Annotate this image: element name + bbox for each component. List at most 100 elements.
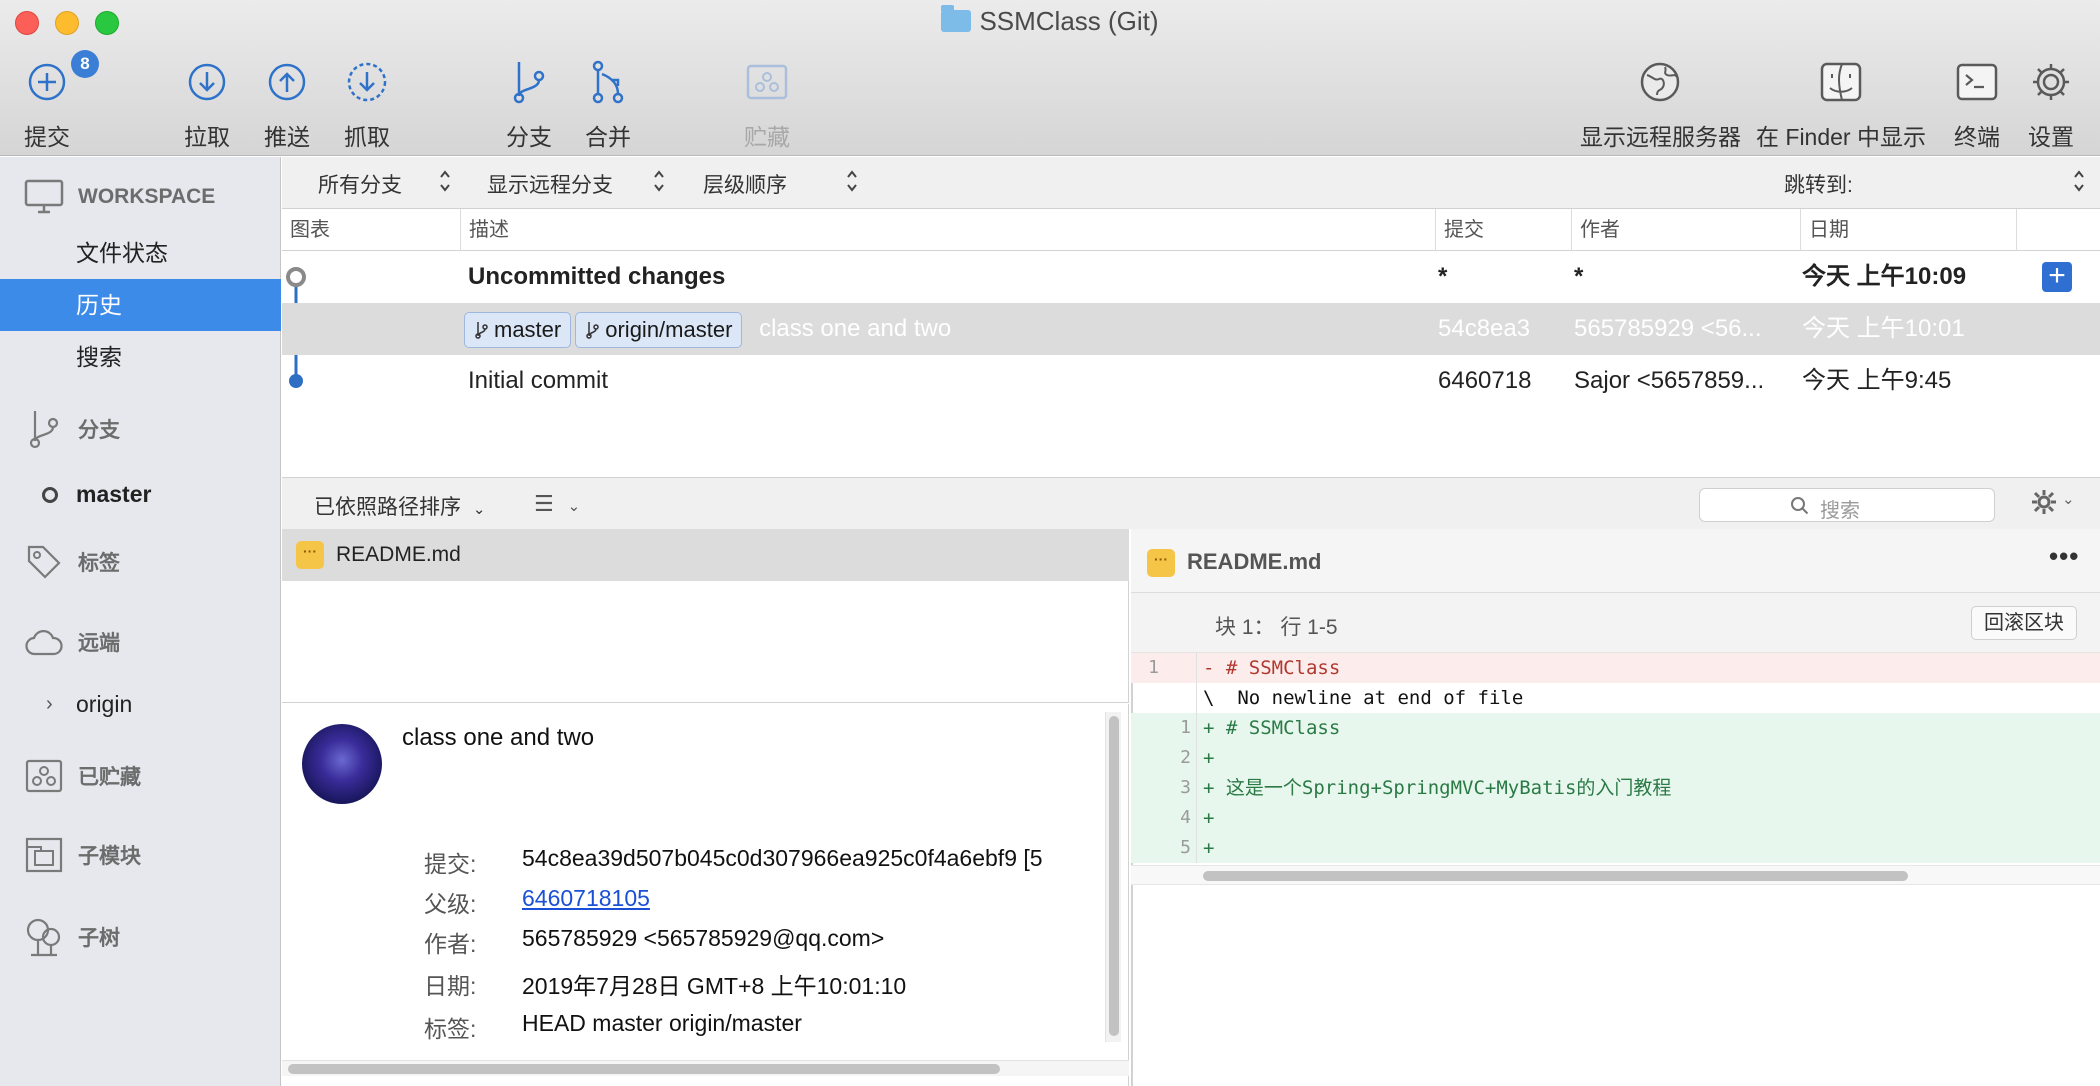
- terminal-icon: [1951, 56, 2003, 108]
- scrollbar-thumb[interactable]: [1109, 716, 1119, 1036]
- finder-icon: [1815, 56, 1867, 108]
- push-button[interactable]: 推送: [260, 56, 314, 152]
- sidebar-stashes-header[interactable]: 已贮藏: [0, 754, 281, 798]
- sidebar-workspace-header: WORKSPACE: [0, 175, 281, 219]
- show-remote-button[interactable]: 显示远程服务器: [1580, 56, 1741, 152]
- jump-to-select[interactable]: 跳转到:: [1784, 169, 1853, 199]
- commit-hash-label: 提交:: [424, 851, 477, 877]
- sidebar-branches-header[interactable]: 分支: [0, 407, 281, 451]
- more-options-icon[interactable]: •••: [2049, 541, 2079, 572]
- add-button[interactable]: +: [2042, 261, 2072, 292]
- sidebar-item-search[interactable]: 搜索: [0, 331, 281, 383]
- gear-icon: [2025, 56, 2077, 108]
- show-in-finder-button[interactable]: 在 Finder 中显示: [1756, 56, 1926, 152]
- list-item[interactable]: ··· README.md: [282, 529, 1129, 581]
- view-mode-select[interactable]: ☰ ⌄: [534, 491, 580, 517]
- updown-chevron-icon: [847, 170, 857, 192]
- submodule-icon: [22, 835, 66, 875]
- diff-file-header: ··· README.md •••: [1131, 529, 2100, 593]
- table-row[interactable]: Uncommitted changes * * 今天 上午10:09 +: [282, 251, 2100, 303]
- sidebar-item-remote-origin[interactable]: › origin: [0, 678, 281, 730]
- table-row[interactable]: master origin/master class one and two 54…: [282, 303, 2100, 355]
- author-value: 565785929 <565785929@qq.com>: [522, 925, 885, 951]
- diff-panel: ··· README.md ••• 块 1： 行 1-5 回滚区块 1 - # …: [1131, 529, 2100, 1086]
- sidebar-item-branch-master[interactable]: master: [0, 468, 281, 520]
- revert-hunk-button[interactable]: 回滚区块: [1971, 606, 2077, 640]
- table-row[interactable]: Initial commit 6460718 Sajor <5657859...…: [282, 355, 2100, 407]
- list-icon: ☰: [534, 491, 554, 516]
- settings-button[interactable]: 设置: [2024, 56, 2078, 152]
- commit-hash-value: 54c8ea39d507b045c0d307966ea925c0f4a6ebf9…: [522, 845, 1043, 871]
- order-select[interactable]: 层级顺序: [703, 169, 787, 199]
- tag-icon: [22, 542, 66, 582]
- cloud-icon: [22, 622, 66, 662]
- fetch-button[interactable]: 抓取: [340, 56, 394, 152]
- modified-file-icon: ···: [1147, 549, 1175, 577]
- column-header-description[interactable]: 描述: [460, 209, 1435, 251]
- commit-button[interactable]: 8 提交: [20, 50, 99, 152]
- commit-detail-panel: class one and two 提交: 54c8ea39d507b045c0…: [282, 704, 1129, 1086]
- branch-icon: [503, 56, 555, 108]
- merge-button[interactable]: 合并: [581, 56, 635, 152]
- chevron-down-icon: ⌄: [567, 498, 581, 515]
- title-bar: SSMClass (Git) 8 提交 拉取 推送 抓取 分支 合并 贮藏 显示…: [0, 0, 2100, 156]
- sidebar-remotes-header[interactable]: 远端: [0, 620, 281, 664]
- tags-label: 标签:: [424, 1016, 477, 1042]
- branch-icon: [22, 409, 66, 449]
- merge-icon: [582, 56, 634, 108]
- stash-button[interactable]: 贮藏: [740, 56, 794, 152]
- diff-line-added: 4 +: [1131, 803, 2100, 833]
- column-header-author[interactable]: 作者: [1571, 209, 1800, 251]
- gear-icon: [2032, 490, 2056, 514]
- horizontal-scrollbar[interactable]: [282, 1060, 1129, 1076]
- fetch-icon: [341, 56, 393, 108]
- terminal-button[interactable]: 终端: [1945, 56, 2009, 152]
- parent-label: 父级:: [424, 891, 477, 917]
- globe-icon: [1634, 56, 1686, 108]
- file-list-toolbar: 已依照路径排序 ⌄ ☰ ⌄ 搜索 ⌄: [282, 477, 2100, 529]
- column-header-date[interactable]: 日期: [1800, 209, 2016, 251]
- gutter-divider: [1196, 653, 1197, 863]
- commit-count-badge: 8: [71, 50, 99, 78]
- commit-table-header: 图表 描述 提交 作者 日期: [282, 209, 2100, 251]
- folder-icon: [941, 5, 972, 32]
- diff-line-added: 1 + # SSMClass: [1131, 713, 2100, 743]
- stash-icon: [741, 56, 793, 108]
- horizontal-scrollbar[interactable]: [1131, 865, 2100, 885]
- sidebar-submodules-header[interactable]: 子模块: [0, 833, 281, 877]
- column-header-commit[interactable]: 提交: [1435, 209, 1571, 251]
- branch-button[interactable]: 分支: [502, 56, 556, 152]
- history-filter-bar: 所有分支 显示远程分支 层级顺序 跳转到:: [282, 157, 2100, 209]
- action-menu-button[interactable]: ⌄: [2030, 488, 2075, 522]
- vertical-scrollbar[interactable]: [1105, 712, 1121, 1042]
- sidebar: WORKSPACE 文件状态 历史 搜索 分支 master 标签 远端 › o…: [0, 157, 281, 1086]
- avatar: [302, 724, 382, 804]
- pull-button[interactable]: 拉取: [180, 56, 234, 152]
- scrollbar-thumb[interactable]: [1203, 871, 1908, 881]
- diff-line-removed: 1 - # SSMClass: [1131, 653, 2100, 683]
- sidebar-subtrees-header[interactable]: 子树: [0, 912, 281, 962]
- column-header-graph[interactable]: 图表: [282, 209, 460, 251]
- branch-tag[interactable]: master: [464, 311, 572, 348]
- branch-icon: [475, 321, 488, 339]
- pull-icon: [181, 56, 233, 108]
- sort-select[interactable]: 已依照路径排序 ⌄: [314, 491, 485, 521]
- sidebar-tags-header[interactable]: 标签: [0, 540, 281, 584]
- scrollbar-thumb[interactable]: [288, 1064, 1000, 1074]
- parent-commit-link[interactable]: 6460718105: [522, 885, 650, 912]
- date-value: 2019年7月28日 GMT+8 上午10:01:10: [522, 973, 907, 999]
- updown-chevron-icon: [440, 170, 450, 192]
- column-header-extra: [2016, 209, 2100, 251]
- current-branch-indicator-icon: [42, 487, 58, 503]
- diff-line-added: 5 +: [1131, 833, 2100, 863]
- window-title: SSMClass (Git): [0, 5, 2100, 37]
- chevron-down-icon: ⌄: [472, 501, 486, 518]
- sidebar-item-history[interactable]: 历史: [0, 279, 281, 331]
- sidebar-item-file-status[interactable]: 文件状态: [0, 227, 281, 279]
- remote-branch-filter-select[interactable]: 显示远程分支: [487, 169, 613, 199]
- branch-filter-select[interactable]: 所有分支: [318, 169, 402, 199]
- branch-tag[interactable]: origin/master: [575, 311, 743, 348]
- search-input[interactable]: 搜索: [1699, 488, 1995, 522]
- chevron-right-icon[interactable]: ›: [46, 678, 53, 730]
- branch-icon: [586, 321, 599, 339]
